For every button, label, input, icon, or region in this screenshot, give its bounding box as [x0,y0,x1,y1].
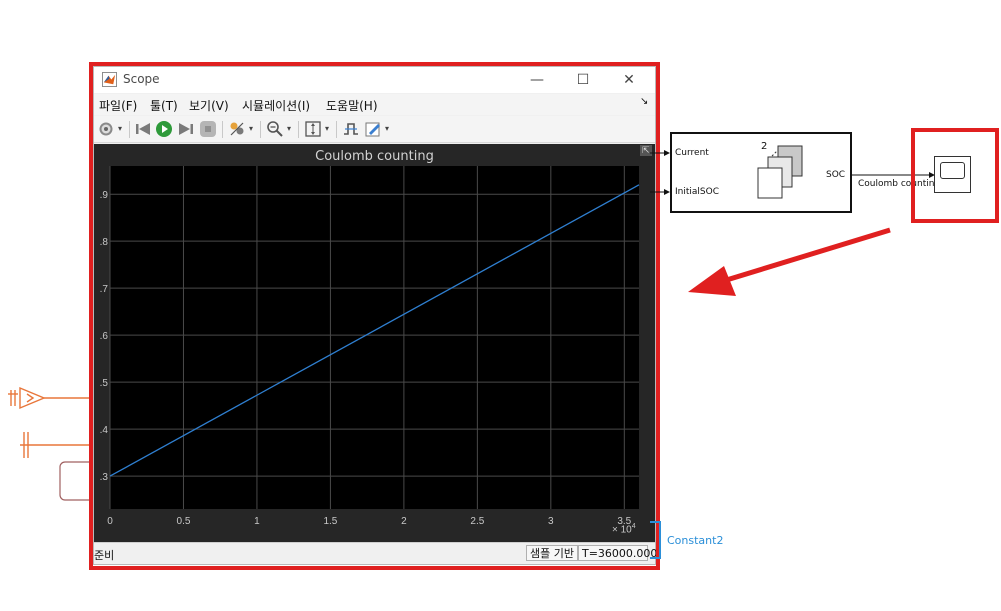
port-initialsoc-label: InitialSOC [675,187,719,197]
scope-block-highlight-box [911,128,999,223]
constant2-block-edge[interactable] [650,520,666,560]
stack-count-label: 2 [761,141,768,152]
constant2-label: Constant2 [667,534,724,547]
left-blocks [8,386,95,501]
scope-highlight-box [89,62,660,570]
port-soc-label: SOC [826,170,846,180]
soc-subsystem-block[interactable]: Current InitialSOC SOC 2 [670,132,852,213]
port-current-label: Current [675,148,709,158]
annotation-arrow [688,227,891,296]
